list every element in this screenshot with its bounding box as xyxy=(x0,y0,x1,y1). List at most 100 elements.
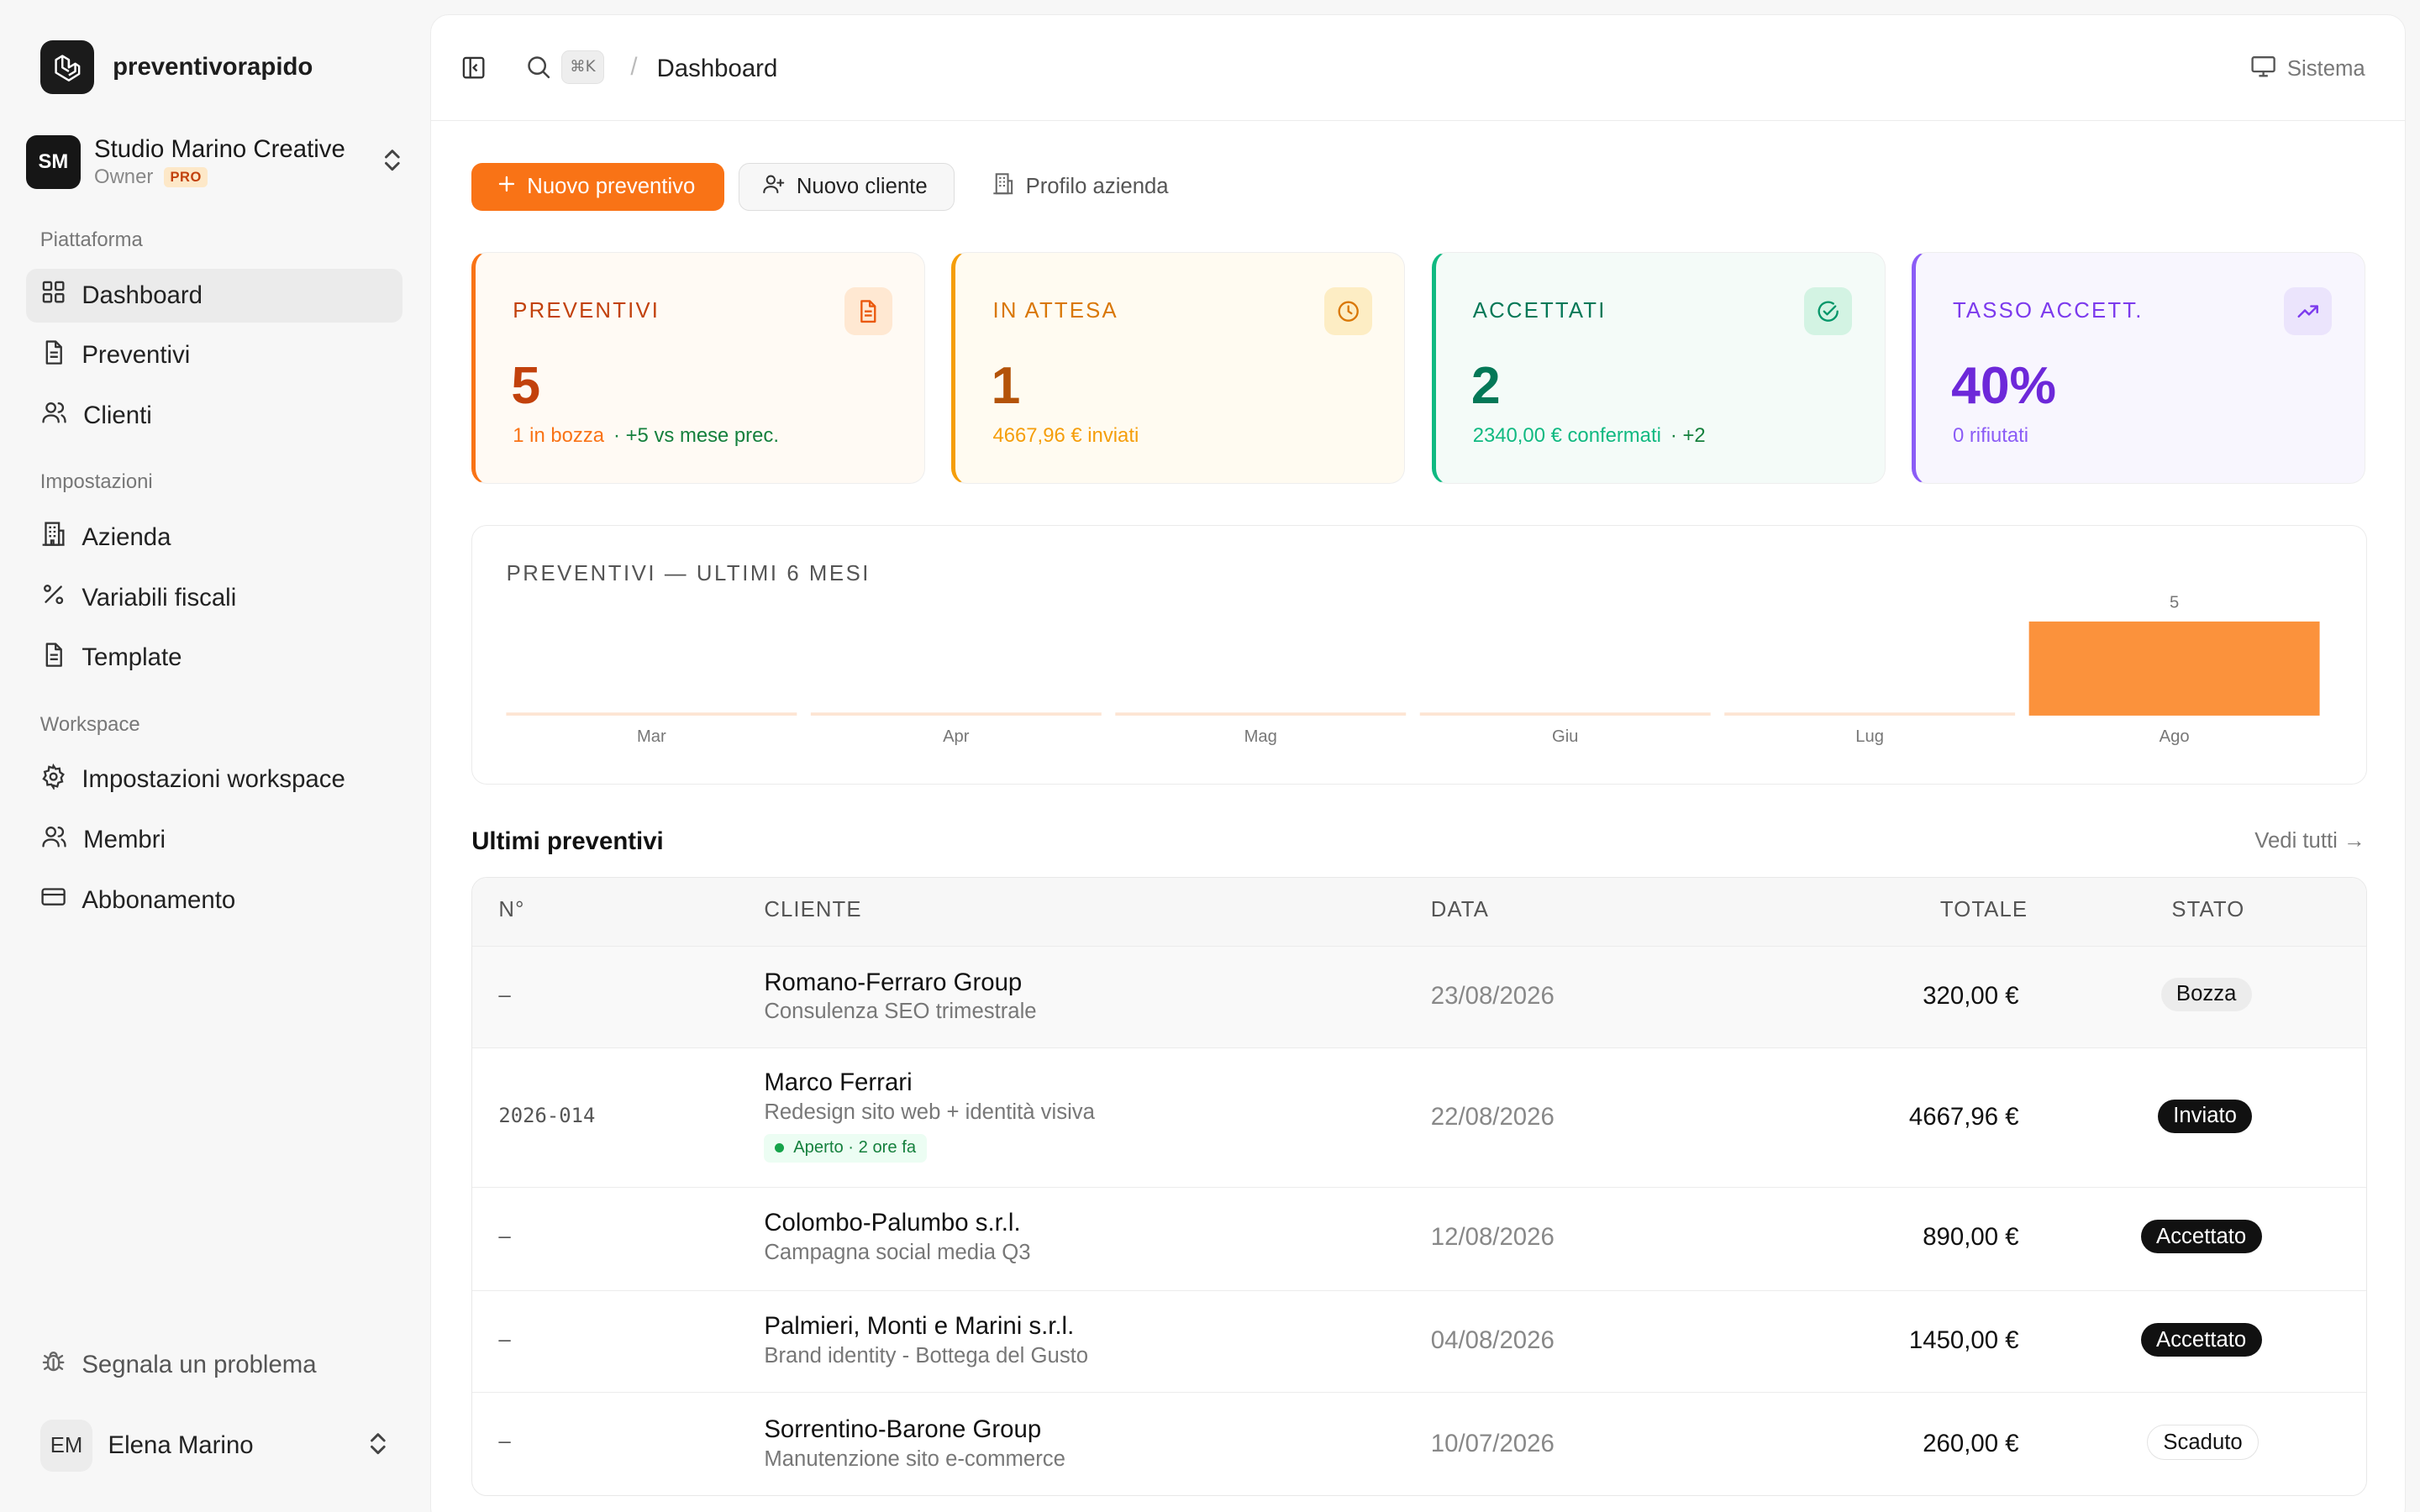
chart-bar xyxy=(2028,622,2320,717)
stat-sub: 0 rifiutati xyxy=(1952,424,2029,448)
opened-status-label: Aperto · 2 ore fa xyxy=(793,1138,917,1158)
breadcrumb-separator: / xyxy=(630,53,638,81)
org-switcher[interactable]: SM Studio Marino Creative Owner PRO xyxy=(26,133,409,192)
search-shortcut[interactable]: ⌘K xyxy=(560,50,605,85)
column-header-number: N° xyxy=(498,898,525,922)
status-badge: Accettato xyxy=(2140,1220,2262,1254)
chevron-updown-icon xyxy=(367,1431,389,1462)
quote-date: 23/08/2026 xyxy=(1430,982,1555,1011)
stat-sub: 1 in bozza xyxy=(513,424,605,448)
theme-label: Sistema xyxy=(2286,57,2365,81)
sidebar-item-clienti[interactable]: Clienti xyxy=(26,389,402,443)
main-panel: ⌘K / Dashboard Sistema Nuovo preventivo … xyxy=(430,13,2407,1512)
users-icon xyxy=(40,823,68,856)
see-all-link[interactable]: Vedi tutti → xyxy=(2254,829,2365,853)
status-badge: Bozza xyxy=(2160,977,2252,1011)
quote-total: 320,00 € xyxy=(1923,982,2019,1011)
stat-card-accettati: ACCETTATI 2 2340,00 € confermati · +2 xyxy=(1431,252,1886,484)
percent-icon xyxy=(40,581,66,614)
sidebar-item-template[interactable]: Template xyxy=(26,631,402,685)
table-header: N° CLIENTE DATA TOTALE STATO xyxy=(472,878,2366,947)
quote-total: 890,00 € xyxy=(1923,1222,2019,1251)
plan-badge: PRO xyxy=(164,167,208,188)
new-client-button[interactable]: Nuovo cliente xyxy=(738,162,955,211)
stat-extra: · +2 xyxy=(1670,424,1706,448)
quotes-table: N° CLIENTE DATA TOTALE STATO – Romano-Fe… xyxy=(471,877,2367,1496)
status-badge: Inviato xyxy=(2157,1099,2253,1133)
column-header-client: CLIENTE xyxy=(764,898,862,922)
quote-date: 22/08/2026 xyxy=(1430,1102,1555,1131)
sidebar-item-preventivi[interactable]: Preventivi xyxy=(26,328,402,382)
chart-tick-label: Apr xyxy=(943,728,970,747)
sidebar-item-dashboard[interactable]: Dashboard xyxy=(26,268,403,323)
table-row[interactable]: – Palmieri, Monti e Marini s.r.l. Brand … xyxy=(472,1289,2366,1392)
chart-data-label: 5 xyxy=(2170,594,2179,612)
report-label: Segnala un problema xyxy=(82,1350,317,1378)
opened-status-chip: Aperto · 2 ore fa xyxy=(764,1133,927,1163)
stat-label: ACCETTATI xyxy=(1472,299,1607,323)
chart-tick-label: Mar xyxy=(637,728,666,747)
quote-number: 2026-014 xyxy=(498,1104,596,1128)
sidebar-item-label: Clienti xyxy=(83,401,152,429)
sidebar-item-azienda[interactable]: Azienda xyxy=(26,511,402,564)
gear-icon xyxy=(40,763,66,796)
client-name: Palmieri, Monti e Marini s.r.l. xyxy=(764,1312,1075,1341)
user-menu[interactable]: EM Elena Marino xyxy=(39,1416,392,1475)
quote-number: – xyxy=(498,1429,511,1453)
stat-sub: 4667,96 € inviati xyxy=(992,424,1139,448)
column-header-date: DATA xyxy=(1430,898,1489,922)
quote-description: Consulenza SEO trimestrale xyxy=(764,1000,1037,1024)
sidebar-item-label: Membri xyxy=(83,826,166,854)
sidebar-item-label: Azienda xyxy=(82,523,171,552)
users-icon xyxy=(40,399,68,432)
org-name: Studio Marino Creative xyxy=(94,134,345,163)
quote-total: 1450,00 € xyxy=(1908,1326,2019,1354)
table-row[interactable]: – Sorrentino-Barone Group Manutenzione s… xyxy=(472,1391,2366,1495)
trending-up-icon xyxy=(2284,286,2333,335)
quote-number: – xyxy=(498,984,511,1008)
client-name: Romano-Ferraro Group xyxy=(764,968,1023,996)
column-header-total: TOTALE xyxy=(1939,898,2028,922)
document-icon xyxy=(844,286,892,335)
sidebar-item-impostazioni-workspace[interactable]: Impostazioni workspace xyxy=(26,753,402,806)
sidebar-item-variabili-fiscali[interactable]: Variabili fiscali xyxy=(26,571,402,625)
chart-canvas: Mar Apr Mag Giu Lug Ago 5 xyxy=(506,594,2320,747)
brand-name: preventivorapido xyxy=(113,52,313,81)
credit-card-icon xyxy=(40,884,66,916)
company-profile-button[interactable]: Profilo azienda xyxy=(992,163,1169,211)
grid-icon xyxy=(40,279,66,312)
org-role: Owner xyxy=(94,165,154,189)
sidebar-item-membri[interactable]: Membri xyxy=(26,813,402,867)
new-quote-button[interactable]: Nuovo preventivo xyxy=(471,162,725,211)
user-plus-icon xyxy=(762,172,786,202)
theme-switcher[interactable]: Sistema xyxy=(2250,53,2365,85)
status-badge: Accettato xyxy=(2140,1323,2262,1357)
stat-value: 1 xyxy=(991,355,1021,415)
sidebar-item-label: Impostazioni workspace xyxy=(82,765,345,794)
section-label-impostazioni: Impostazioni xyxy=(39,470,153,494)
sidebar-item-abbonamento[interactable]: Abbonamento xyxy=(26,874,402,927)
stat-extra: · +5 vs mese prec. xyxy=(613,424,779,448)
client-name: Marco Ferrari xyxy=(764,1068,913,1097)
chart-bar xyxy=(1115,712,1407,717)
new-client-label: Nuovo cliente xyxy=(796,174,928,198)
table-row[interactable]: – Romano-Ferraro Group Consulenza SEO tr… xyxy=(472,946,2366,1048)
table-row[interactable]: – Colombo-Palumbo s.r.l. Campagna social… xyxy=(472,1186,2366,1290)
stat-card-preventivi: PREVENTIVI 5 1 in bozza · +5 vs mese prec… xyxy=(471,252,926,484)
section-label-piattaforma: Piattaforma xyxy=(39,228,143,251)
stat-label: TASSO ACCETT. xyxy=(1952,299,2144,323)
search-icon[interactable] xyxy=(524,53,552,87)
chart-tick-label: Ago xyxy=(2160,728,2190,747)
table-row[interactable]: 2026-014 Marco Ferrari Redesign sito web… xyxy=(472,1047,2366,1186)
sidebar-item-label: Preventivi xyxy=(82,341,191,370)
sidebar-toggle-icon[interactable] xyxy=(460,55,487,87)
document-icon xyxy=(40,339,66,372)
monitor-icon xyxy=(2250,53,2276,85)
building-icon xyxy=(40,521,66,554)
report-problem-link[interactable]: Segnala un problema xyxy=(40,1348,317,1381)
brand[interactable]: preventivorapido xyxy=(39,39,313,95)
quote-total: 260,00 € xyxy=(1923,1429,2019,1457)
stat-card-tasso: TASSO ACCETT. 40% 0 rifiutati xyxy=(1911,252,2365,484)
chart-bar xyxy=(506,712,797,717)
check-circle-icon xyxy=(1804,286,1853,335)
